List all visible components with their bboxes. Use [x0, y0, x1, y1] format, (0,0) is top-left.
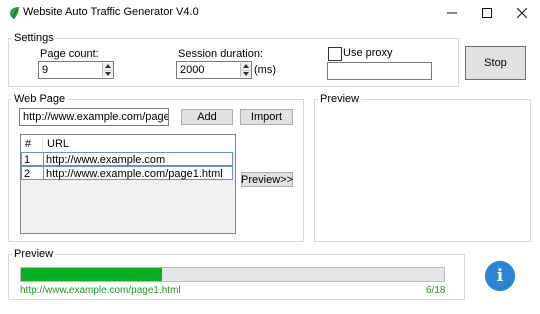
- preview-panel-legend: Preview: [320, 93, 360, 105]
- page-count-spinner[interactable]: [102, 63, 113, 77]
- info-button[interactable]: i: [485, 261, 515, 291]
- spin-down-icon[interactable]: [103, 70, 113, 77]
- current-url-status: http://www.example.com/page1.html: [20, 285, 181, 296]
- proxy-input[interactable]: [327, 62, 432, 80]
- row-divider: [43, 153, 44, 165]
- page-count-label: Page count:: [40, 48, 99, 60]
- progress-fill: [21, 268, 162, 281]
- preview-toggle-button[interactable]: Preview>>: [241, 172, 293, 187]
- maximize-icon: [482, 8, 492, 18]
- title-bar: Website Auto Traffic Generator V4.0: [0, 0, 540, 26]
- url-input[interactable]: http://www.example.com/page1.html: [19, 108, 169, 126]
- column-divider[interactable]: [42, 135, 43, 152]
- row-divider: [43, 167, 44, 179]
- row-index: 2: [24, 168, 31, 180]
- list-row[interactable]: 1 http://www.example.com: [21, 152, 233, 166]
- settings-legend: Settings: [14, 32, 54, 44]
- spin-up-icon[interactable]: [241, 63, 251, 71]
- web-page-legend: Web Page: [14, 93, 66, 105]
- app-leaf-icon: [10, 7, 19, 20]
- progress-legend: Preview: [14, 248, 54, 260]
- spin-up-icon[interactable]: [103, 63, 113, 71]
- row-url: http://www.example.com/page1.html: [46, 168, 223, 180]
- use-proxy-label: Use proxy: [343, 47, 393, 59]
- list-header: # URL: [21, 135, 235, 153]
- url-list[interactable]: # URL 1 http://www.example.com 2 http://…: [20, 134, 236, 234]
- stop-button[interactable]: Stop: [465, 46, 526, 80]
- progress-bar: [20, 267, 445, 282]
- session-duration-input[interactable]: 2000: [176, 61, 252, 79]
- session-unit-label: (ms): [254, 64, 276, 76]
- row-url: http://www.example.com: [46, 154, 166, 166]
- column-header-index[interactable]: #: [25, 138, 31, 150]
- minimize-icon: [447, 12, 457, 14]
- progress-counter: 6/18: [426, 285, 446, 296]
- row-index: 1: [24, 154, 31, 166]
- session-duration-spinner[interactable]: [240, 63, 251, 77]
- close-icon: [517, 8, 527, 18]
- add-button[interactable]: Add: [181, 109, 233, 125]
- window-title: Website Auto Traffic Generator V4.0: [23, 6, 199, 18]
- preview-panel-group: Preview: [314, 93, 531, 242]
- session-duration-label: Session duration:: [178, 48, 263, 60]
- minimize-button[interactable]: [435, 0, 469, 26]
- info-icon: i: [496, 266, 504, 286]
- page-count-input[interactable]: 9: [38, 61, 114, 79]
- session-duration-value: 2000: [180, 64, 205, 76]
- maximize-button[interactable]: [470, 0, 504, 26]
- import-button[interactable]: Import: [240, 109, 293, 125]
- page-count-value: 9: [42, 64, 49, 76]
- list-row[interactable]: 2 http://www.example.com/page1.html: [21, 166, 233, 180]
- spin-down-icon[interactable]: [241, 70, 251, 77]
- column-header-url[interactable]: URL: [47, 138, 69, 150]
- use-proxy-checkbox[interactable]: [328, 47, 342, 61]
- close-button[interactable]: [505, 0, 539, 26]
